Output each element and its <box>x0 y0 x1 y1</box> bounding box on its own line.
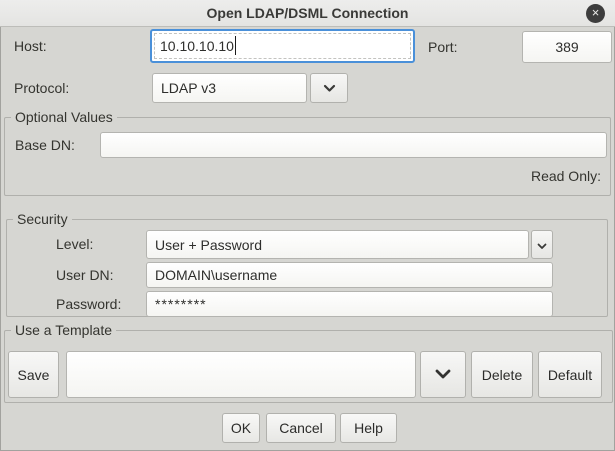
text-cursor <box>235 36 236 55</box>
close-icon: × <box>592 5 600 20</box>
template-group: Use a Template Save Delete Default <box>4 330 613 403</box>
port-label: Port: <box>428 31 458 63</box>
close-button[interactable]: × <box>586 4 605 23</box>
port-input[interactable] <box>522 31 612 63</box>
optional-values-group-title: Optional Values <box>11 109 117 125</box>
security-group: Security Level: User DN: Password: <box>6 219 608 317</box>
ok-button-label: OK <box>231 420 251 436</box>
security-level-dropdown-button[interactable] <box>531 230 553 259</box>
default-button[interactable]: Default <box>538 351 602 398</box>
window-title: Open LDAP/DSML Connection <box>0 0 615 26</box>
chevron-down-icon <box>434 367 452 383</box>
help-button[interactable]: Help <box>340 413 397 443</box>
password-label: Password: <box>56 291 121 317</box>
chevron-down-icon <box>323 80 336 96</box>
delete-button[interactable]: Delete <box>471 351 533 398</box>
ok-button[interactable]: OK <box>222 413 260 443</box>
protocol-label: Protocol: <box>14 73 69 103</box>
security-level-input[interactable] <box>146 230 529 259</box>
host-label: Host: <box>14 29 47 63</box>
base-dn-input[interactable] <box>100 132 607 158</box>
cancel-button-label: Cancel <box>279 420 323 436</box>
security-group-title: Security <box>13 211 72 227</box>
open-ldap-connection-dialog: Open LDAP/DSML Connection × Host: Port: … <box>0 0 615 451</box>
password-input[interactable] <box>146 291 553 317</box>
security-level-label: Level: <box>56 230 93 259</box>
cancel-button[interactable]: Cancel <box>266 413 336 443</box>
template-group-title: Use a Template <box>11 322 116 338</box>
chevron-down-icon <box>537 237 547 253</box>
default-button-label: Default <box>548 367 592 383</box>
template-dropdown-button[interactable] <box>420 351 466 398</box>
base-dn-label: Base DN: <box>15 132 75 158</box>
optional-values-group: Optional Values Base DN: Read Only: <box>4 117 611 196</box>
save-button[interactable]: Save <box>8 351 59 398</box>
user-dn-label: User DN: <box>56 262 114 288</box>
read-only-label: Read Only: <box>531 165 601 187</box>
host-input[interactable] <box>150 29 415 63</box>
delete-button-label: Delete <box>482 367 522 383</box>
protocol-input[interactable] <box>152 73 307 103</box>
titlebar: Open LDAP/DSML Connection × <box>0 0 615 27</box>
template-input[interactable] <box>66 351 416 398</box>
help-button-label: Help <box>354 420 383 436</box>
user-dn-input[interactable] <box>146 262 553 288</box>
protocol-dropdown-button[interactable] <box>310 73 348 103</box>
save-button-label: Save <box>18 367 50 383</box>
